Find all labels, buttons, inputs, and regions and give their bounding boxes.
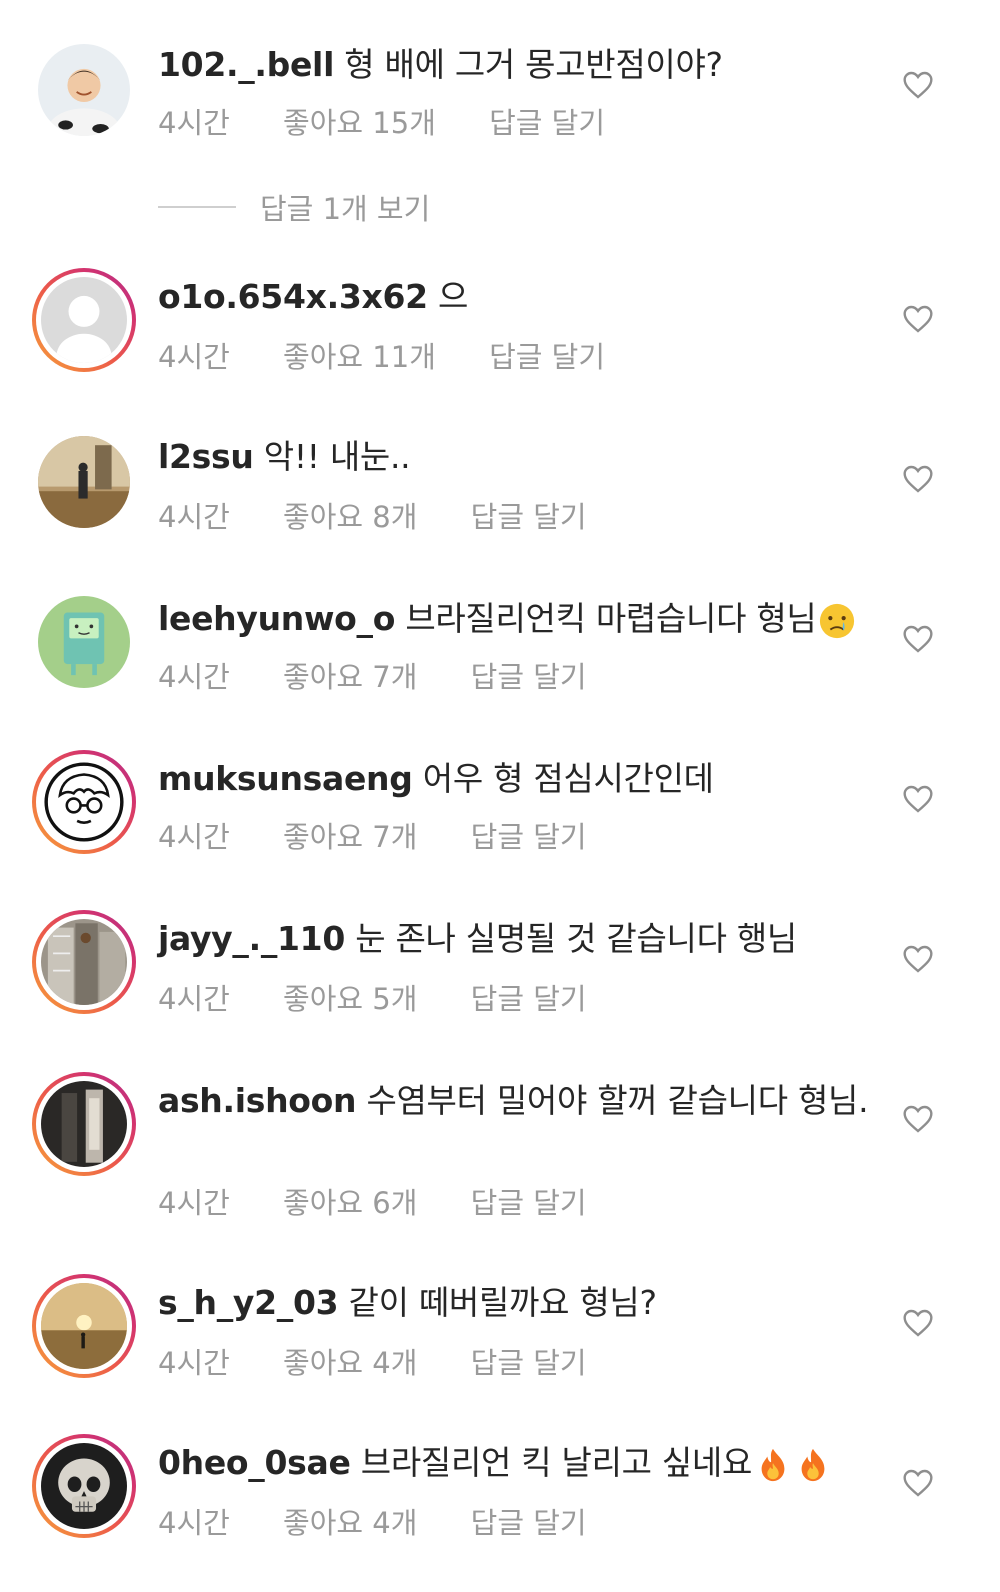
default-user-avatar-icon — [41, 277, 127, 363]
comment-text: 눈 존나 실명될 것 같습니다 행님 — [355, 919, 797, 958]
comment-username[interactable]: o1o.654x.3x62 — [158, 277, 428, 316]
comment-time: 4시간 — [158, 1186, 230, 1220]
view-replies-button[interactable]: 답글 1개 보기 — [158, 186, 430, 228]
comment-time: 4시간 — [158, 1346, 230, 1380]
crying-face-emoji-icon — [820, 603, 855, 638]
person-photo-avatar-icon — [38, 44, 130, 136]
heart-outline-icon[interactable] — [902, 944, 934, 974]
avatar[interactable] — [32, 38, 136, 142]
comment-username[interactable]: leehyunwo_o — [158, 599, 395, 638]
comment-time: 4시간 — [158, 500, 230, 534]
comment-text: 브라질리언 킥 날리고 싶네요 — [360, 1443, 753, 1482]
comment-username[interactable]: muksunsaeng — [158, 759, 413, 798]
reply-button[interactable]: 답글 달기 — [489, 340, 605, 374]
comment-username[interactable]: 0heo_0sae — [158, 1443, 351, 1482]
divider-line — [158, 206, 236, 208]
like-count[interactable]: 좋아요 11개 — [283, 340, 436, 374]
comment-text: 수염부터 밀어야 할꺼 같습니다 형님. — [366, 1081, 869, 1120]
reply-button[interactable]: 답글 달기 — [471, 500, 587, 534]
like-count[interactable]: 좋아요 15개 — [283, 106, 436, 140]
bmo-character-avatar-icon — [38, 596, 130, 688]
like-count[interactable]: 좋아요 7개 — [283, 660, 417, 694]
like-count[interactable]: 좋아요 7개 — [283, 820, 417, 854]
avatar[interactable] — [32, 750, 136, 854]
skull-photo-avatar-icon — [41, 1443, 127, 1529]
reply-button[interactable]: 답글 달기 — [471, 982, 587, 1016]
like-count[interactable]: 좋아요 6개 — [283, 1186, 417, 1220]
comment-username[interactable]: jayy_._110 — [158, 919, 345, 958]
reply-button[interactable]: 답글 달기 — [471, 1186, 587, 1220]
reply-button[interactable]: 답글 달기 — [471, 660, 587, 694]
like-count[interactable]: 좋아요 5개 — [283, 982, 417, 1016]
view-replies-label: 답글 1개 보기 — [260, 192, 431, 226]
like-count[interactable]: 좋아요 8개 — [283, 500, 417, 534]
comment-username[interactable]: l2ssu — [158, 437, 254, 476]
heart-outline-icon[interactable] — [902, 624, 934, 654]
fire-emoji-icon — [801, 1448, 825, 1481]
like-count[interactable]: 좋아요 4개 — [283, 1506, 417, 1540]
comment-time: 4시간 — [158, 1506, 230, 1540]
avatar[interactable] — [32, 910, 136, 1014]
heart-outline-icon[interactable] — [902, 464, 934, 494]
heart-outline-icon[interactable] — [902, 70, 934, 100]
comment-text: 어우 형 점심시간인데 — [422, 759, 714, 798]
clothes-photo-avatar-icon — [41, 919, 127, 1005]
fire-emoji-icon — [761, 1448, 785, 1481]
heart-outline-icon[interactable] — [902, 1104, 934, 1134]
comment-username[interactable]: s_h_y2_03 — [158, 1283, 339, 1322]
room-photo-avatar-icon — [38, 436, 130, 528]
heart-outline-icon[interactable] — [902, 1468, 934, 1498]
sunset-photo-avatar-icon — [41, 1283, 127, 1369]
heart-outline-icon[interactable] — [902, 1308, 934, 1338]
like-count[interactable]: 좋아요 4개 — [283, 1346, 417, 1380]
cartoon-face-avatar-icon — [41, 759, 127, 845]
heart-outline-icon[interactable] — [902, 304, 934, 334]
comment-text: 악!! 내눈.. — [263, 437, 411, 476]
avatar[interactable] — [32, 1072, 136, 1176]
comment-text: 형 배에 그거 몽고반점이야? — [344, 45, 723, 84]
reply-button[interactable]: 답글 달기 — [471, 1346, 587, 1380]
comment-time: 4시간 — [158, 106, 230, 140]
comment-text: 브라질리언킥 마렵습니다 형님 — [405, 599, 817, 638]
avatar[interactable] — [32, 1434, 136, 1538]
dark-photo-avatar-icon — [41, 1081, 127, 1167]
avatar[interactable] — [32, 590, 136, 694]
reply-button[interactable]: 답글 달기 — [489, 106, 605, 140]
comment-time: 4시간 — [158, 660, 230, 694]
reply-button[interactable]: 답글 달기 — [471, 820, 587, 854]
comment-time: 4시간 — [158, 820, 230, 854]
comment-time: 4시간 — [158, 982, 230, 1016]
avatar[interactable] — [32, 1274, 136, 1378]
comment-text: 같이 떼버릴까요 형님? — [348, 1283, 657, 1322]
comment-username[interactable]: 102._.bell — [158, 45, 334, 84]
comment-time: 4시간 — [158, 340, 230, 374]
comment-text: 으 — [438, 277, 469, 316]
avatar[interactable] — [32, 268, 136, 372]
comment-username[interactable]: ash.ishoon — [158, 1081, 357, 1120]
avatar[interactable] — [32, 430, 136, 534]
heart-outline-icon[interactable] — [902, 784, 934, 814]
reply-button[interactable]: 답글 달기 — [471, 1506, 587, 1540]
